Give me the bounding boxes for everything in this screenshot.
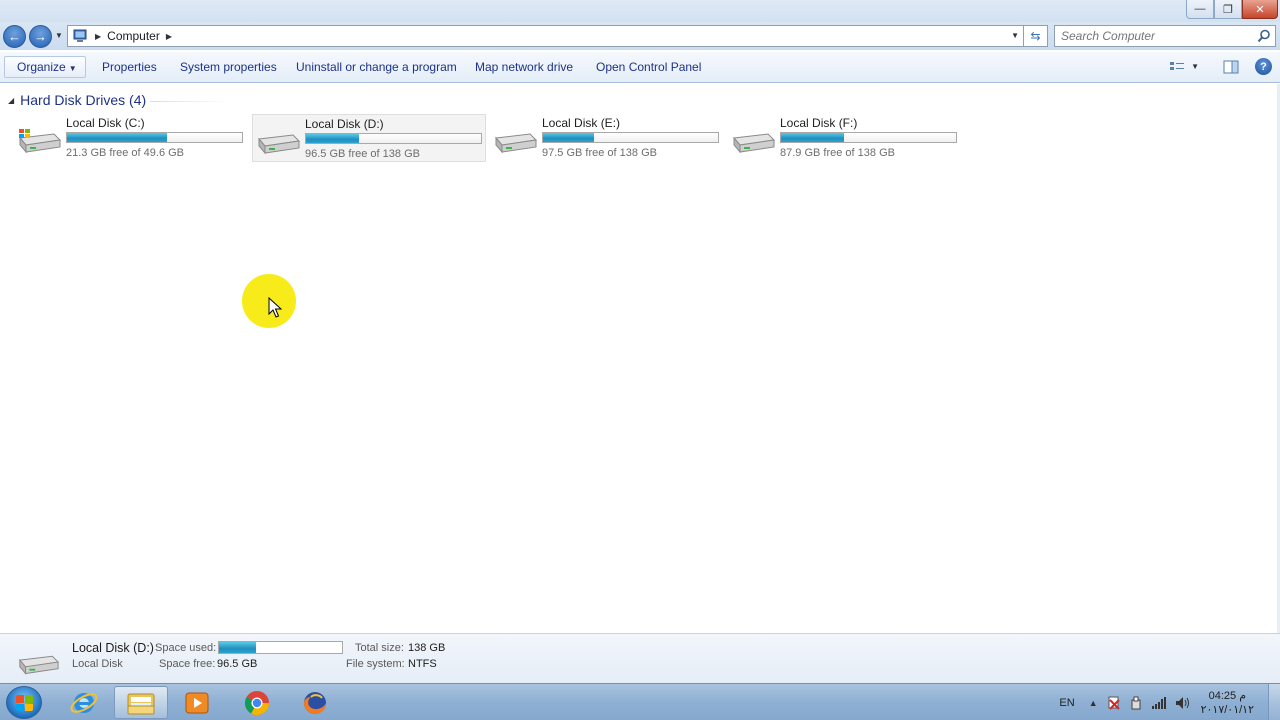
address-dropdown-icon[interactable]: ▼ <box>1011 31 1019 40</box>
space-free-value: 96.5 GB <box>217 658 258 670</box>
internet-explorer-icon <box>70 692 98 713</box>
windows-logo-icon <box>16 695 33 711</box>
start-button[interactable] <box>6 686 42 719</box>
navigation-bar: ← → ▼ ▶ Computer ▶ ▼ ⇆ <box>0 22 1280 50</box>
view-dropdown-icon[interactable]: ▼ <box>1191 62 1199 71</box>
file-system-value: NTFS <box>408 658 437 670</box>
file-list-pane[interactable]: ◢ Hard Disk Drives (4) Local Disk (C:) 2… <box>0 84 1277 633</box>
drive-name: Local Disk (D:) <box>305 117 384 131</box>
drive-name: Local Disk (C:) <box>66 116 145 130</box>
clock-time: 04:25 م <box>1208 689 1246 702</box>
space-used-bar <box>218 641 343 654</box>
breadcrumb-separator-icon[interactable]: ▶ <box>95 32 101 41</box>
refresh-icon: ⇆ <box>1030 29 1041 43</box>
drive-free-space: 87.9 GB free of 138 GB <box>780 147 895 159</box>
drive-usage-bar <box>305 133 482 144</box>
drive-usage-bar <box>780 132 957 143</box>
breadcrumb-separator-icon[interactable]: ▶ <box>166 32 172 41</box>
computer-icon <box>73 29 87 42</box>
drive-free-space: 21.3 GB free of 49.6 GB <box>66 147 185 159</box>
taskbar-windows-explorer[interactable] <box>114 686 168 719</box>
space-free-label: Space free: <box>159 658 216 670</box>
space-used-label: Space used: <box>155 642 217 654</box>
mouse-pointer-icon <box>268 297 282 318</box>
show-desktop-button[interactable] <box>1268 684 1280 720</box>
refresh-button[interactable]: ⇆ <box>1024 25 1048 47</box>
view-controls: ▼ ? <box>1169 58 1272 75</box>
firefox-icon <box>304 691 326 714</box>
search-icon[interactable] <box>1257 29 1271 43</box>
maximize-button[interactable]: ❐ <box>1214 0 1242 19</box>
group-header-hard-disk-drives[interactable]: ◢ Hard Disk Drives (4) <box>8 92 146 108</box>
forward-arrow-icon: → <box>34 29 47 44</box>
details-drive-name: Local Disk (D:) <box>72 641 154 655</box>
details-pane: Local Disk (D:) Local Disk Space used: S… <box>0 633 1280 683</box>
help-icon[interactable]: ? <box>1255 58 1272 75</box>
volume-icon[interactable] <box>1175 696 1191 710</box>
language-indicator[interactable]: EN <box>1059 697 1074 709</box>
taskbar-internet-explorer[interactable] <box>57 686 111 719</box>
drive-item-c[interactable]: Local Disk (C:) 21.3 GB free of 49.6 GB <box>14 114 248 162</box>
chrome-icon <box>244 690 269 715</box>
drive-free-space: 96.5 GB free of 138 GB <box>305 148 420 160</box>
back-button[interactable]: ← <box>3 25 26 48</box>
collapse-triangle-icon[interactable]: ◢ <box>8 96 14 105</box>
breadcrumb-computer[interactable]: Computer <box>107 29 160 43</box>
search-box[interactable] <box>1054 25 1276 47</box>
back-arrow-icon: ← <box>8 29 21 44</box>
recent-pages-dropdown[interactable]: ▼ <box>55 31 63 40</box>
total-size-label: Total size: <box>355 642 404 654</box>
preview-pane-icon[interactable] <box>1223 60 1239 74</box>
clock-date: ٢٠١٧/٠١/١٢ <box>1200 703 1254 716</box>
title-bar: — ❐ ✕ <box>0 0 1280 22</box>
taskbar-media-player[interactable] <box>170 686 224 719</box>
windows-drive-icon <box>19 129 62 154</box>
window-controls: — ❐ ✕ <box>1186 0 1278 19</box>
uninstall-program-button[interactable]: Uninstall or change a program <box>296 60 457 74</box>
close-button[interactable]: ✕ <box>1242 0 1278 19</box>
action-center-icon[interactable] <box>1107 696 1121 710</box>
address-bar[interactable]: ▶ Computer ▶ ▼ <box>67 25 1024 47</box>
command-bar: Organize ▼ Properties System properties U… <box>0 52 1280 83</box>
search-input[interactable] <box>1061 29 1256 43</box>
taskbar: EN ▲ 04:25 م ٢٠١٧/٠١/١٢ <box>0 683 1280 720</box>
group-divider <box>150 101 230 102</box>
organize-label: Organize <box>17 60 66 74</box>
minimize-button[interactable]: — <box>1186 0 1214 19</box>
group-title: Hard Disk Drives (4) <box>20 92 147 108</box>
change-view-icon[interactable] <box>1169 60 1185 74</box>
hard-drive-icon <box>495 133 538 154</box>
organize-button[interactable]: Organize ▼ <box>4 56 86 78</box>
open-control-panel-button[interactable]: Open Control Panel <box>596 60 701 74</box>
drive-item-d[interactable]: Local Disk (D:) 96.5 GB free of 138 GB <box>252 114 486 162</box>
drive-free-space: 97.5 GB free of 138 GB <box>542 147 657 159</box>
hard-drive-icon <box>733 133 776 154</box>
show-hidden-icons-icon[interactable]: ▲ <box>1089 698 1098 708</box>
chevron-down-icon: ▼ <box>68 64 77 73</box>
drive-name: Local Disk (E:) <box>542 116 621 130</box>
drive-usage-bar <box>66 132 243 143</box>
drive-name: Local Disk (F:) <box>780 116 858 130</box>
drive-item-f[interactable]: Local Disk (F:) 87.9 GB free of 138 GB <box>728 114 962 162</box>
clock[interactable]: 04:25 م ٢٠١٧/٠١/١٢ <box>1201 689 1254 717</box>
total-size-value: 138 GB <box>408 642 446 654</box>
network-signal-icon[interactable] <box>1151 696 1167 710</box>
system-tray: EN ▲ 04:25 م ٢٠١٧/٠١/١٢ <box>1059 684 1280 720</box>
folder-icon <box>127 693 155 714</box>
media-player-icon <box>185 692 209 713</box>
hard-drive-icon <box>18 655 60 675</box>
safely-remove-hardware-icon[interactable] <box>1129 696 1143 710</box>
taskbar-firefox[interactable] <box>288 686 342 719</box>
hard-drive-icon <box>258 134 301 155</box>
properties-button[interactable]: Properties <box>102 60 157 74</box>
forward-button[interactable]: → <box>29 25 52 48</box>
drive-item-e[interactable]: Local Disk (E:) 97.5 GB free of 138 GB <box>490 114 724 162</box>
map-network-drive-button[interactable]: Map network drive <box>475 60 573 74</box>
file-system-label: File system: <box>346 658 405 670</box>
details-drive-type: Local Disk <box>72 658 123 670</box>
taskbar-chrome[interactable] <box>230 686 284 719</box>
system-properties-button[interactable]: System properties <box>180 60 277 74</box>
drive-usage-bar <box>542 132 719 143</box>
